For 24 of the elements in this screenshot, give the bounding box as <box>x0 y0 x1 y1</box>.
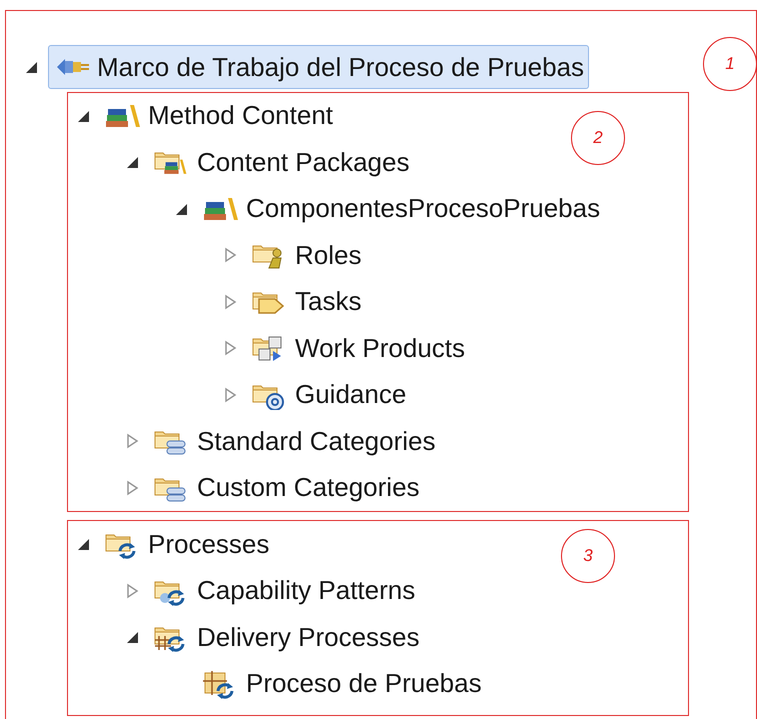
tree-item-label[interactable]: Custom Categories <box>197 468 420 508</box>
tree-root-item[interactable]: Marco de Trabajo del Proceso de Pruebas <box>48 45 590 90</box>
tree-item-label[interactable]: ComponentesProcesoPruebas <box>246 189 600 228</box>
tree-item-label[interactable]: Delivery Processes <box>197 618 420 657</box>
tree-item-label[interactable]: Roles <box>295 236 362 275</box>
expand-triangle-icon[interactable] <box>224 386 238 403</box>
tree-item-label[interactable]: Standard Categories <box>197 422 436 461</box>
tree-item-label[interactable]: Guidance <box>295 375 406 414</box>
expand-triangle-icon[interactable] <box>224 340 238 356</box>
tree-item-label[interactable]: Capability Patterns <box>197 571 416 610</box>
tree-item-label[interactable]: Content Packages <box>197 142 410 182</box>
expand-triangle-icon[interactable] <box>126 582 140 599</box>
expand-triangle-icon[interactable] <box>126 480 140 496</box>
expand-triangle-icon[interactable] <box>126 433 140 450</box>
expand-triangle-icon[interactable] <box>224 247 238 264</box>
callout-number: 3 <box>561 529 615 583</box>
callout-number: 1 <box>703 37 757 91</box>
tree-item-label[interactable]: Work Products <box>295 328 466 368</box>
tree-item-label[interactable]: Processes <box>148 524 270 564</box>
tree-item-label[interactable]: Method Content <box>148 96 334 136</box>
tree-item-label[interactable]: Tasks <box>295 282 362 322</box>
tree-item-label[interactable]: Proceso de Pruebas <box>246 664 482 704</box>
expand-triangle-icon[interactable] <box>224 294 238 310</box>
callout-number: 2 <box>571 110 625 164</box>
